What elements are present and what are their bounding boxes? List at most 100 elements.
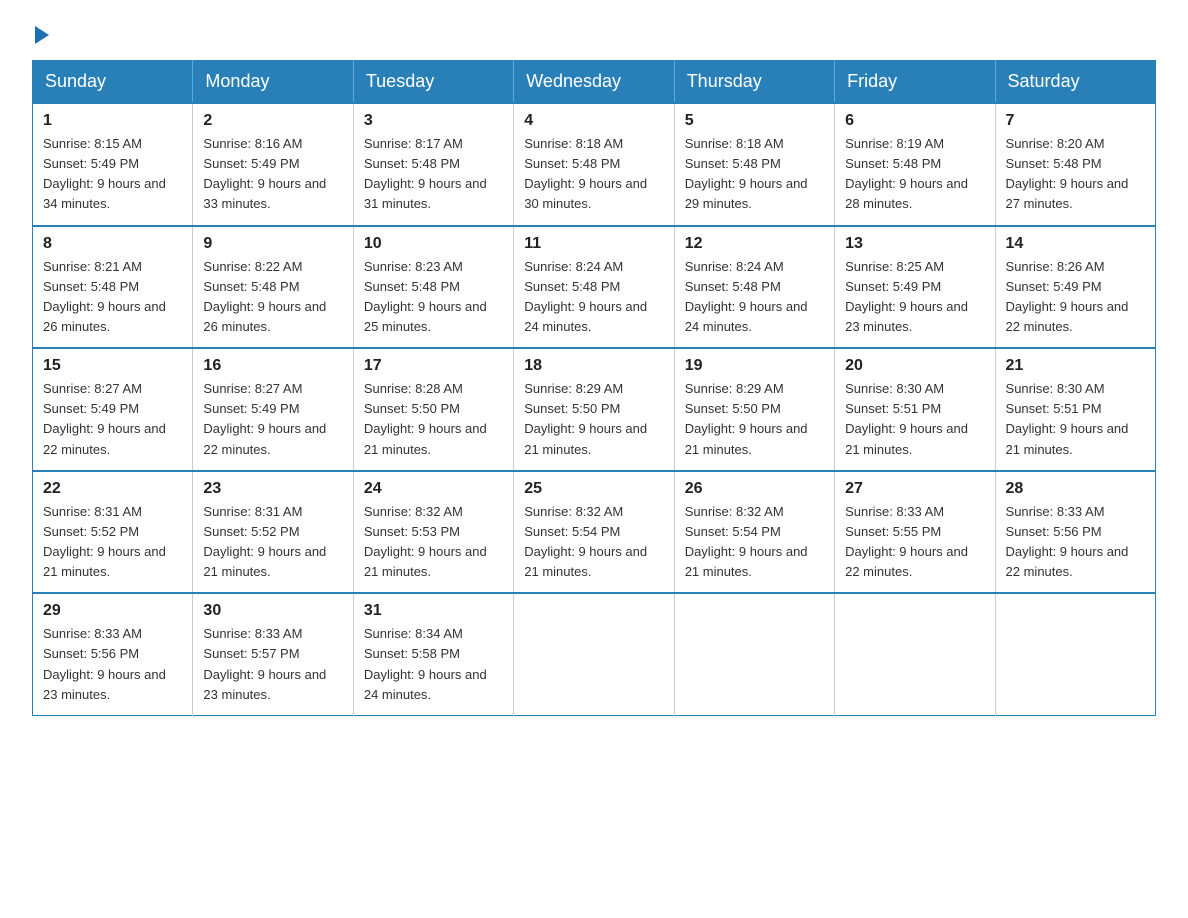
column-header-tuesday: Tuesday	[353, 61, 513, 104]
day-number: 20	[845, 357, 984, 375]
day-number: 2	[203, 112, 342, 130]
calendar-day: 3 Sunrise: 8:17 AMSunset: 5:48 PMDayligh…	[353, 103, 513, 226]
day-info: Sunrise: 8:24 AMSunset: 5:48 PMDaylight:…	[685, 257, 824, 338]
day-info: Sunrise: 8:32 AMSunset: 5:54 PMDaylight:…	[685, 502, 824, 583]
day-info: Sunrise: 8:33 AMSunset: 5:55 PMDaylight:…	[845, 502, 984, 583]
day-number: 17	[364, 357, 503, 375]
day-number: 26	[685, 480, 824, 498]
calendar-day: 28 Sunrise: 8:33 AMSunset: 5:56 PMDaylig…	[995, 471, 1155, 594]
day-number: 8	[43, 235, 182, 253]
day-number: 31	[364, 602, 503, 620]
calendar-day: 18 Sunrise: 8:29 AMSunset: 5:50 PMDaylig…	[514, 348, 674, 471]
day-info: Sunrise: 8:26 AMSunset: 5:49 PMDaylight:…	[1006, 257, 1145, 338]
day-number: 30	[203, 602, 342, 620]
calendar-day: 24 Sunrise: 8:32 AMSunset: 5:53 PMDaylig…	[353, 471, 513, 594]
calendar-day: 11 Sunrise: 8:24 AMSunset: 5:48 PMDaylig…	[514, 226, 674, 349]
day-headers-row: SundayMondayTuesdayWednesdayThursdayFrid…	[33, 61, 1156, 104]
day-info: Sunrise: 8:19 AMSunset: 5:48 PMDaylight:…	[845, 134, 984, 215]
day-info: Sunrise: 8:17 AMSunset: 5:48 PMDaylight:…	[364, 134, 503, 215]
day-info: Sunrise: 8:22 AMSunset: 5:48 PMDaylight:…	[203, 257, 342, 338]
day-number: 23	[203, 480, 342, 498]
day-number: 7	[1006, 112, 1145, 130]
day-info: Sunrise: 8:18 AMSunset: 5:48 PMDaylight:…	[524, 134, 663, 215]
calendar-day: 20 Sunrise: 8:30 AMSunset: 5:51 PMDaylig…	[835, 348, 995, 471]
day-number: 24	[364, 480, 503, 498]
day-number: 29	[43, 602, 182, 620]
day-info: Sunrise: 8:15 AMSunset: 5:49 PMDaylight:…	[43, 134, 182, 215]
calendar-day	[995, 593, 1155, 715]
day-number: 11	[524, 235, 663, 253]
calendar-day: 6 Sunrise: 8:19 AMSunset: 5:48 PMDayligh…	[835, 103, 995, 226]
column-header-monday: Monday	[193, 61, 353, 104]
calendar-day: 1 Sunrise: 8:15 AMSunset: 5:49 PMDayligh…	[33, 103, 193, 226]
day-number: 15	[43, 357, 182, 375]
column-header-sunday: Sunday	[33, 61, 193, 104]
day-info: Sunrise: 8:33 AMSunset: 5:56 PMDaylight:…	[1006, 502, 1145, 583]
day-number: 14	[1006, 235, 1145, 253]
day-info: Sunrise: 8:27 AMSunset: 5:49 PMDaylight:…	[43, 379, 182, 460]
calendar-day: 15 Sunrise: 8:27 AMSunset: 5:49 PMDaylig…	[33, 348, 193, 471]
day-info: Sunrise: 8:29 AMSunset: 5:50 PMDaylight:…	[524, 379, 663, 460]
calendar-header: SundayMondayTuesdayWednesdayThursdayFrid…	[33, 61, 1156, 104]
day-number: 18	[524, 357, 663, 375]
day-number: 5	[685, 112, 824, 130]
calendar-day: 23 Sunrise: 8:31 AMSunset: 5:52 PMDaylig…	[193, 471, 353, 594]
day-info: Sunrise: 8:25 AMSunset: 5:49 PMDaylight:…	[845, 257, 984, 338]
calendar-day: 4 Sunrise: 8:18 AMSunset: 5:48 PMDayligh…	[514, 103, 674, 226]
day-number: 4	[524, 112, 663, 130]
calendar-day: 27 Sunrise: 8:33 AMSunset: 5:55 PMDaylig…	[835, 471, 995, 594]
day-info: Sunrise: 8:34 AMSunset: 5:58 PMDaylight:…	[364, 624, 503, 705]
header	[32, 24, 1156, 44]
day-info: Sunrise: 8:24 AMSunset: 5:48 PMDaylight:…	[524, 257, 663, 338]
calendar-day: 10 Sunrise: 8:23 AMSunset: 5:48 PMDaylig…	[353, 226, 513, 349]
day-info: Sunrise: 8:23 AMSunset: 5:48 PMDaylight:…	[364, 257, 503, 338]
day-info: Sunrise: 8:33 AMSunset: 5:57 PMDaylight:…	[203, 624, 342, 705]
day-number: 16	[203, 357, 342, 375]
calendar-week-row: 1 Sunrise: 8:15 AMSunset: 5:49 PMDayligh…	[33, 103, 1156, 226]
calendar-day: 19 Sunrise: 8:29 AMSunset: 5:50 PMDaylig…	[674, 348, 834, 471]
calendar-week-row: 22 Sunrise: 8:31 AMSunset: 5:52 PMDaylig…	[33, 471, 1156, 594]
calendar-week-row: 15 Sunrise: 8:27 AMSunset: 5:49 PMDaylig…	[33, 348, 1156, 471]
day-number: 25	[524, 480, 663, 498]
calendar-day: 31 Sunrise: 8:34 AMSunset: 5:58 PMDaylig…	[353, 593, 513, 715]
calendar-day: 30 Sunrise: 8:33 AMSunset: 5:57 PMDaylig…	[193, 593, 353, 715]
column-header-saturday: Saturday	[995, 61, 1155, 104]
day-info: Sunrise: 8:33 AMSunset: 5:56 PMDaylight:…	[43, 624, 182, 705]
calendar-day: 22 Sunrise: 8:31 AMSunset: 5:52 PMDaylig…	[33, 471, 193, 594]
calendar-day	[835, 593, 995, 715]
day-info: Sunrise: 8:31 AMSunset: 5:52 PMDaylight:…	[203, 502, 342, 583]
logo-arrow-icon	[35, 26, 49, 44]
day-info: Sunrise: 8:18 AMSunset: 5:48 PMDaylight:…	[685, 134, 824, 215]
calendar-day: 8 Sunrise: 8:21 AMSunset: 5:48 PMDayligh…	[33, 226, 193, 349]
day-number: 6	[845, 112, 984, 130]
logo	[32, 24, 49, 44]
day-number: 13	[845, 235, 984, 253]
calendar-day: 12 Sunrise: 8:24 AMSunset: 5:48 PMDaylig…	[674, 226, 834, 349]
day-number: 9	[203, 235, 342, 253]
day-number: 28	[1006, 480, 1145, 498]
calendar-day: 17 Sunrise: 8:28 AMSunset: 5:50 PMDaylig…	[353, 348, 513, 471]
day-info: Sunrise: 8:31 AMSunset: 5:52 PMDaylight:…	[43, 502, 182, 583]
day-number: 22	[43, 480, 182, 498]
calendar-day: 9 Sunrise: 8:22 AMSunset: 5:48 PMDayligh…	[193, 226, 353, 349]
column-header-wednesday: Wednesday	[514, 61, 674, 104]
calendar-day: 29 Sunrise: 8:33 AMSunset: 5:56 PMDaylig…	[33, 593, 193, 715]
column-header-friday: Friday	[835, 61, 995, 104]
day-info: Sunrise: 8:16 AMSunset: 5:49 PMDaylight:…	[203, 134, 342, 215]
day-number: 1	[43, 112, 182, 130]
day-number: 21	[1006, 357, 1145, 375]
day-info: Sunrise: 8:30 AMSunset: 5:51 PMDaylight:…	[845, 379, 984, 460]
day-number: 10	[364, 235, 503, 253]
calendar-day: 25 Sunrise: 8:32 AMSunset: 5:54 PMDaylig…	[514, 471, 674, 594]
calendar-day	[514, 593, 674, 715]
day-info: Sunrise: 8:32 AMSunset: 5:54 PMDaylight:…	[524, 502, 663, 583]
day-number: 12	[685, 235, 824, 253]
calendar-day: 16 Sunrise: 8:27 AMSunset: 5:49 PMDaylig…	[193, 348, 353, 471]
day-info: Sunrise: 8:28 AMSunset: 5:50 PMDaylight:…	[364, 379, 503, 460]
day-info: Sunrise: 8:32 AMSunset: 5:53 PMDaylight:…	[364, 502, 503, 583]
day-number: 19	[685, 357, 824, 375]
calendar-day: 21 Sunrise: 8:30 AMSunset: 5:51 PMDaylig…	[995, 348, 1155, 471]
calendar-week-row: 8 Sunrise: 8:21 AMSunset: 5:48 PMDayligh…	[33, 226, 1156, 349]
day-info: Sunrise: 8:21 AMSunset: 5:48 PMDaylight:…	[43, 257, 182, 338]
day-info: Sunrise: 8:29 AMSunset: 5:50 PMDaylight:…	[685, 379, 824, 460]
